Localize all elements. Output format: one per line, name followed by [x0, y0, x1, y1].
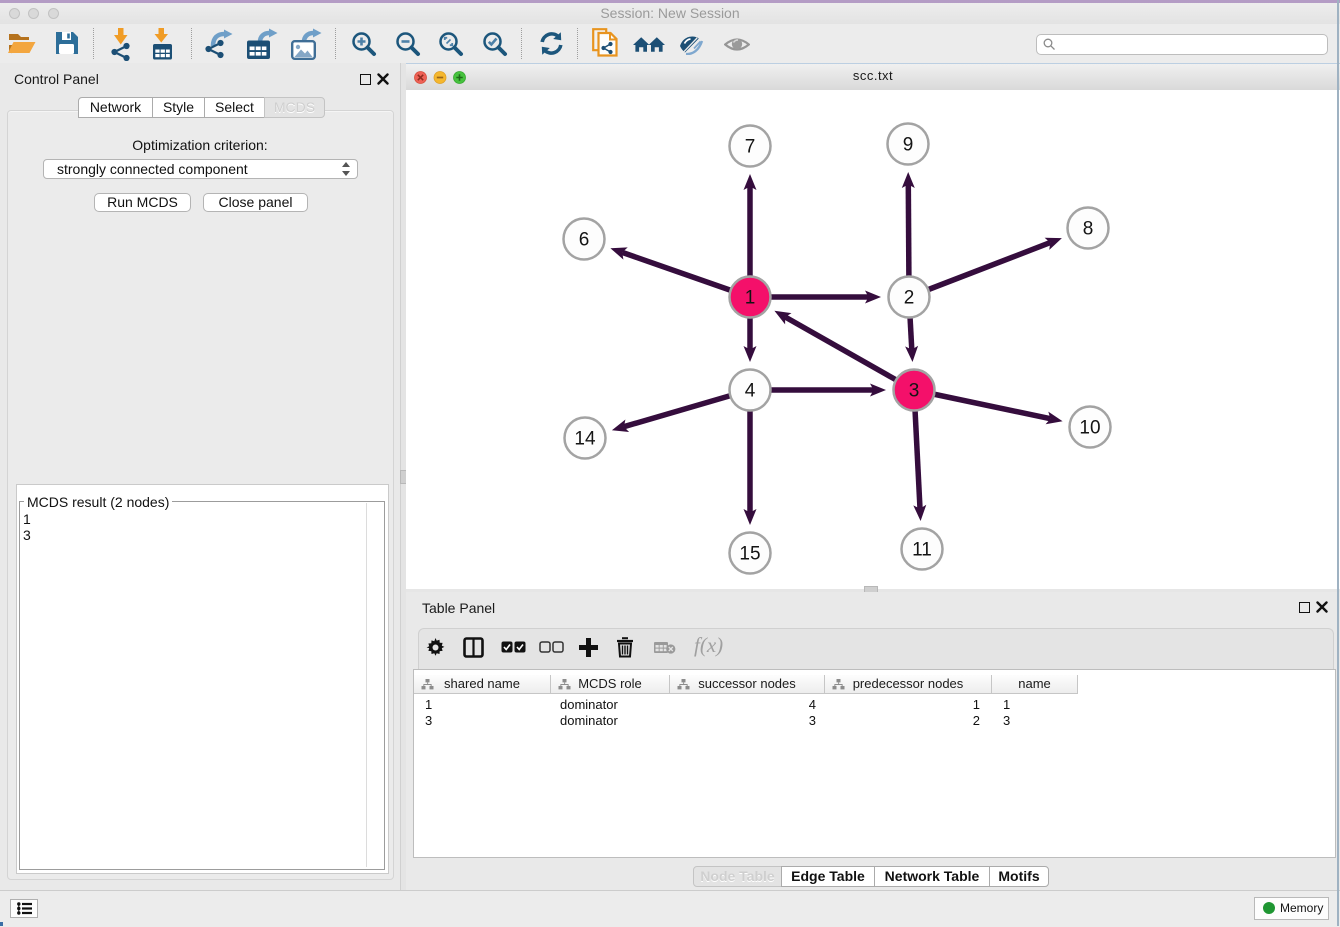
svg-text:10: 10 [1079, 418, 1100, 439]
svg-text:14: 14 [574, 429, 596, 450]
svg-text:6: 6 [579, 230, 590, 251]
svg-text:15: 15 [739, 544, 760, 565]
svg-text:8: 8 [1083, 219, 1094, 240]
svg-text:9: 9 [903, 135, 914, 156]
svg-text:2: 2 [904, 288, 915, 309]
svg-text:3: 3 [909, 381, 920, 402]
svg-text:11: 11 [912, 540, 932, 561]
svg-text:7: 7 [745, 137, 756, 158]
svg-text:4: 4 [745, 381, 756, 402]
svg-text:1: 1 [745, 288, 756, 309]
